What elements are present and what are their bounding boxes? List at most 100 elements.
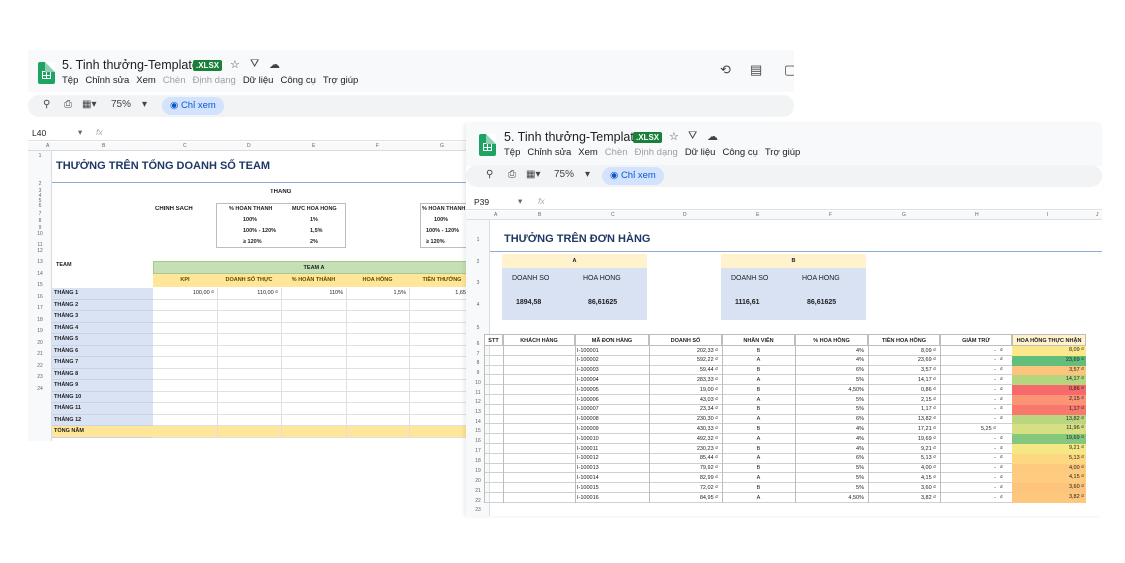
star-icon[interactable]: ☆: [230, 58, 240, 71]
col-header[interactable]: B: [102, 143, 105, 149]
menu-view[interactable]: Xem: [136, 75, 156, 86]
menu-help[interactable]: Trợ giúp: [765, 147, 800, 158]
menu-edit[interactable]: Chỉnh sửa: [85, 75, 129, 86]
col-header[interactable]: G: [440, 143, 444, 149]
name-box-dropdown-icon[interactable]: ▾: [78, 127, 82, 138]
zoom-dropdown-icon[interactable]: ▾: [585, 169, 590, 180]
move-to-drive-icon[interactable]: ⛛: [250, 58, 259, 71]
row-number[interactable]: 4: [466, 302, 490, 308]
col-header[interactable]: I: [1047, 212, 1048, 218]
menu-view[interactable]: Xem: [578, 147, 598, 158]
search-menus-icon[interactable]: ⚲: [486, 169, 493, 180]
row-number[interactable]: 24: [28, 386, 52, 392]
menu-help[interactable]: Trợ giúp: [323, 75, 358, 86]
row-number[interactable]: 10: [28, 231, 52, 237]
menu-tools[interactable]: Công cụ: [280, 75, 315, 86]
move-to-drive-icon[interactable]: ⛛: [688, 130, 697, 143]
deduction-currency: ₫: [1000, 396, 1003, 403]
menu-data[interactable]: Dữ liệu: [685, 147, 716, 158]
meet-icon[interactable]: ▢: [784, 62, 794, 78]
col-header[interactable]: E: [312, 143, 315, 149]
row-number[interactable]: 23: [28, 374, 52, 380]
column-header-row: A B C D E F G H I J: [466, 211, 1102, 220]
col-header[interactable]: G: [902, 212, 906, 218]
column-divider: [409, 403, 410, 415]
row-number[interactable]: 23: [466, 507, 490, 513]
view-only-button[interactable]: ◉ Chỉ xem: [602, 167, 664, 185]
sheet-grid[interactable]: 1 2 3 4 5 6 7 8 9 10 11 12 13 14 15 16 17 18 19 20 21 22 23 THƯ…: [466, 220, 1102, 516]
row-number[interactable]: 6: [28, 203, 52, 209]
menu-insert[interactable]: Chèn: [163, 75, 186, 86]
col-header[interactable]: D: [683, 212, 687, 218]
col-header[interactable]: F: [376, 143, 379, 149]
col-header[interactable]: C: [183, 143, 187, 149]
col-header[interactable]: C: [611, 212, 615, 218]
row-number[interactable]: 8: [28, 218, 52, 224]
menu-edit[interactable]: Chỉnh sửa: [527, 147, 571, 158]
row-number[interactable]: 21: [28, 351, 52, 357]
doc-title[interactable]: 5. Tinh thưởng-Template: [62, 58, 199, 72]
column-divider: [575, 395, 576, 405]
col-header[interactable]: E: [756, 212, 759, 218]
sheets-logo-icon[interactable]: [479, 134, 496, 156]
menu-insert[interactable]: Chèn: [605, 147, 628, 158]
zoom-dropdown-icon[interactable]: ▾: [142, 99, 147, 110]
name-box[interactable]: P39: [474, 197, 489, 207]
row-number[interactable]: 5: [466, 325, 490, 331]
row-number[interactable]: 13: [28, 259, 52, 265]
paint-format-icon[interactable]: ▦▾: [82, 99, 96, 110]
zoom-select[interactable]: 75%: [554, 169, 574, 180]
sales-value: 230,30 ₫: [696, 416, 718, 423]
row-number[interactable]: 18: [28, 317, 52, 323]
row-number[interactable]: 2: [466, 259, 490, 265]
view-only-button[interactable]: ◉ Chỉ xem: [162, 97, 224, 115]
col-header[interactable]: J: [1096, 212, 1099, 218]
sheets-logo-icon[interactable]: [38, 62, 55, 84]
row-number[interactable]: 12: [28, 248, 52, 254]
row-number[interactable]: 22: [28, 363, 52, 369]
name-box-dropdown-icon[interactable]: ▾: [518, 196, 522, 207]
history-icon[interactable]: ⟲: [720, 62, 731, 78]
cloud-status-icon[interactable]: ☁: [269, 58, 280, 71]
col-header[interactable]: A: [494, 212, 497, 218]
row-number[interactable]: 20: [28, 340, 52, 346]
col-header[interactable]: A: [46, 143, 49, 149]
row-number[interactable]: 7: [28, 211, 52, 217]
month-row-label: THÁNG 7: [52, 357, 153, 369]
staff-value: A: [756, 474, 761, 481]
col-header[interactable]: H: [975, 212, 979, 218]
column-divider: [409, 391, 410, 403]
row-number[interactable]: 1: [466, 237, 490, 243]
search-menus-icon[interactable]: ⚲: [43, 99, 50, 110]
row-number[interactable]: 19: [28, 328, 52, 334]
row-number[interactable]: 16: [28, 294, 52, 300]
column-divider: [346, 391, 347, 403]
star-icon[interactable]: ☆: [669, 130, 679, 143]
menu-tools[interactable]: Công cụ: [722, 147, 757, 158]
menu-data[interactable]: Dữ liệu: [243, 75, 274, 86]
zoom-select[interactable]: 75%: [111, 99, 131, 110]
comments-icon[interactable]: ▤: [750, 62, 762, 78]
col-header[interactable]: B: [538, 212, 541, 218]
net-commission: 4,00 ₫: [1012, 463, 1086, 474]
print-icon[interactable]: ⎙: [64, 99, 72, 110]
name-box[interactable]: L40: [32, 128, 46, 138]
menu-file[interactable]: Tệp: [62, 75, 78, 86]
row-number[interactable]: 17: [28, 305, 52, 311]
row-number[interactable]: 2: [28, 181, 52, 187]
row-number[interactable]: 14: [28, 271, 52, 277]
cloud-status-icon[interactable]: ☁: [707, 130, 718, 143]
col-header[interactable]: D: [247, 143, 251, 149]
col-header[interactable]: F: [829, 212, 832, 218]
menu-format[interactable]: Định dạng: [635, 147, 678, 158]
print-icon[interactable]: ⎙: [508, 169, 516, 180]
menu-format[interactable]: Định dạng: [193, 75, 236, 86]
row-number[interactable]: 1: [28, 153, 52, 159]
row-number[interactable]: 15: [28, 282, 52, 288]
menu-file[interactable]: Tệp: [504, 147, 520, 158]
commission-pct: 5%: [856, 484, 864, 491]
row-number[interactable]: 3: [466, 280, 490, 286]
paint-format-icon[interactable]: ▦▾: [526, 169, 540, 180]
commission-pct: 4,50%: [848, 494, 864, 501]
doc-title[interactable]: 5. Tinh thưởng-Template: [504, 130, 641, 144]
